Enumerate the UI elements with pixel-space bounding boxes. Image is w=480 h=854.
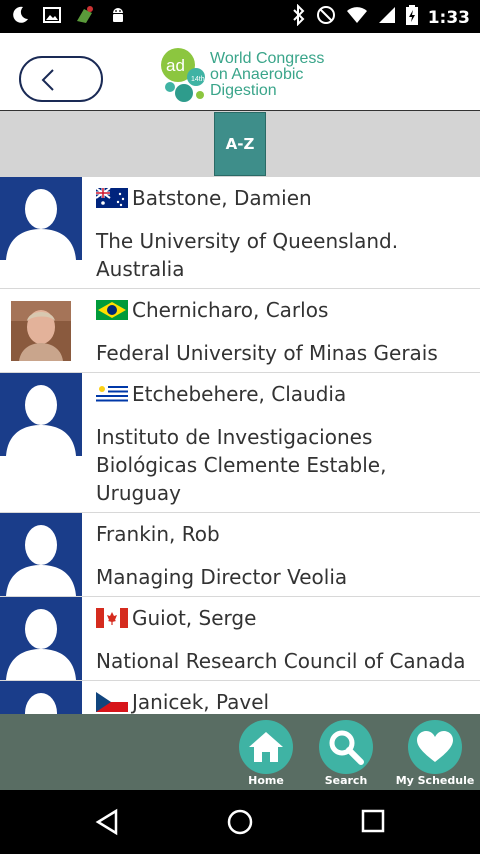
logo-mark-text: ad <box>166 56 185 75</box>
filter-bar: A-Z <box>0 111 480 177</box>
home-icon <box>239 720 293 774</box>
nav-my-schedule-label: My Schedule <box>395 774 475 787</box>
avatar <box>0 513 82 596</box>
speaker-info: Etchebehere, Claudia Instituto de Invest… <box>96 381 474 507</box>
speaker-info: Frankin, Rob Managing Director Veolia <box>96 521 474 591</box>
nav-my-schedule[interactable]: My Schedule <box>394 720 476 788</box>
status-bar: 1:33 <box>0 0 480 33</box>
speaker-row[interactable]: Frankin, Rob Managing Director Veolia <box>0 513 480 597</box>
speaker-row[interactable]: Guiot, Serge National Research Council o… <box>0 597 480 681</box>
nav-home[interactable]: Home <box>226 720 306 788</box>
wifi-icon <box>346 6 368 29</box>
bluetooth-icon <box>292 3 306 31</box>
australia-flag-icon <box>96 188 128 208</box>
czech-flag-icon <box>96 692 128 712</box>
logo-edition: 14th <box>191 76 205 83</box>
congress-logo: ad 14th World Congress on Anaerobic Dige… <box>156 47 336 109</box>
nav-home-label: Home <box>248 774 284 787</box>
avatar <box>0 597 82 680</box>
logo-line-1: World Congress <box>210 50 325 67</box>
logo-line-3: Digestion <box>210 82 277 99</box>
brazil-flag-icon <box>96 300 128 320</box>
speaker-info: Chernicharo, Carlos Federal University o… <box>96 297 474 367</box>
speaker-name: Janicek, Pavel <box>132 690 270 714</box>
recents-square-icon[interactable] <box>360 808 386 838</box>
android-icon <box>108 5 128 29</box>
person-silhouette-icon <box>6 385 76 456</box>
speaker-name: Guiot, Serge <box>132 606 257 630</box>
do-not-disturb-icon <box>316 5 336 30</box>
nav-search[interactable]: Search <box>306 720 386 788</box>
bottom-nav: Home Search My Schedule <box>0 714 480 790</box>
logo-line-2: on Anaerobic <box>210 66 304 83</box>
moon-icon <box>10 5 30 29</box>
heart-icon <box>408 720 462 774</box>
game-icon <box>74 5 96 29</box>
speaker-organization: Managing Director Veolia <box>96 565 348 589</box>
person-silhouette-icon <box>6 525 76 596</box>
nav-search-label: Search <box>324 774 368 787</box>
person-silhouette-icon <box>6 609 76 680</box>
speaker-list[interactable]: Batstone, Damien The University of Queen… <box>0 177 480 714</box>
az-sort-tab[interactable]: A-Z <box>214 112 266 176</box>
speaker-organization: Federal University of Minas Gerais <box>96 341 438 365</box>
battery-icon <box>405 5 418 30</box>
image-icon <box>42 5 62 29</box>
chevron-left-icon <box>41 69 54 91</box>
canada-flag-icon <box>96 608 128 628</box>
speaker-row[interactable]: Batstone, Damien The University of Queen… <box>0 177 480 289</box>
uruguay-flag-icon <box>96 384 128 404</box>
signal-icon <box>378 6 396 29</box>
back-button[interactable] <box>19 56 103 102</box>
search-icon <box>319 720 373 774</box>
speaker-name: Chernicharo, Carlos <box>132 298 329 322</box>
speaker-name: Frankin, Rob <box>96 522 220 546</box>
speaker-row[interactable]: Janicek, Pavel <box>0 681 480 714</box>
speaker-organization: Instituto de Investigaciones Biológicas … <box>96 425 387 505</box>
speaker-row[interactable]: Etchebehere, Claudia Instituto de Invest… <box>0 373 480 513</box>
status-right-icons: 1:33 <box>292 3 470 31</box>
app-header: ad 14th World Congress on Anaerobic Dige… <box>0 33 480 111</box>
logo-text: World Congress on Anaerobic Digestion <box>210 51 324 99</box>
speaker-photo <box>11 301 71 361</box>
speaker-info: Guiot, Serge National Research Council o… <box>96 605 474 675</box>
home-circle-icon[interactable] <box>226 808 254 840</box>
speaker-name: Batstone, Damien <box>132 186 312 210</box>
speaker-info: Janicek, Pavel <box>96 689 474 714</box>
status-left-icons <box>10 5 128 29</box>
avatar <box>0 373 82 456</box>
speaker-organization: The University of Queensland. Australia <box>96 229 399 281</box>
speaker-info: Batstone, Damien The University of Queen… <box>96 185 474 283</box>
speaker-row[interactable]: Chernicharo, Carlos Federal University o… <box>0 289 480 373</box>
speaker-name: Etchebehere, Claudia <box>132 382 347 406</box>
logo-mark-icon: ad 14th <box>161 48 205 102</box>
avatar <box>0 681 82 714</box>
person-silhouette-icon <box>6 189 76 260</box>
back-triangle-icon[interactable] <box>94 808 120 840</box>
speaker-organization: National Research Council of Canada <box>96 649 466 673</box>
avatar <box>0 177 82 260</box>
person-silhouette-icon <box>25 693 57 714</box>
status-time: 1:33 <box>427 7 470 28</box>
system-nav-bar <box>0 790 480 854</box>
